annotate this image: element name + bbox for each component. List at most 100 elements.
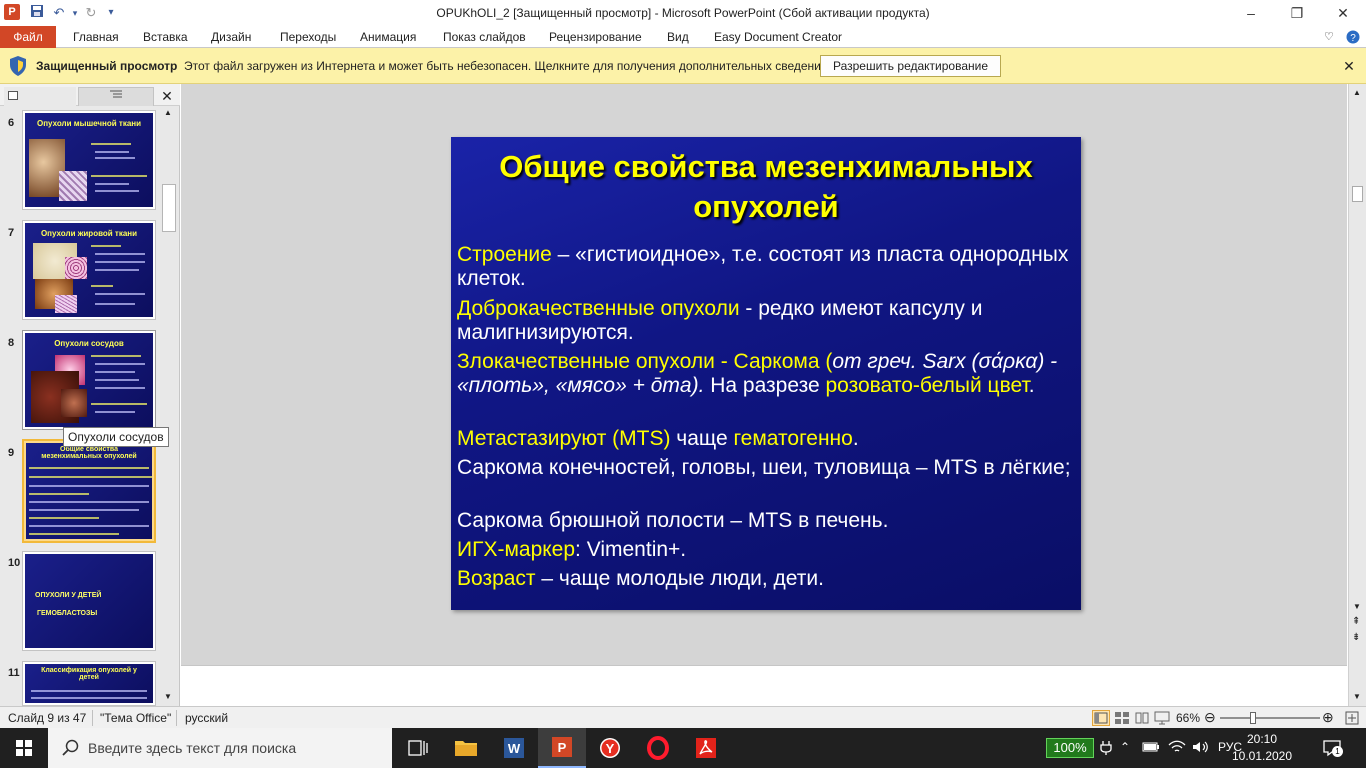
wifi-icon[interactable] <box>1168 740 1186 757</box>
tab-file[interactable]: Файл <box>0 26 56 48</box>
tab-insert[interactable]: Вставка <box>143 26 188 48</box>
powerpoint-taskbar-icon[interactable]: P <box>538 728 586 768</box>
show-hidden-icons-icon[interactable]: ⌃ <box>1120 740 1130 754</box>
tab-transitions[interactable]: Переходы <box>280 26 336 48</box>
thumbnail-title: Общие свойства мезенхимальных опухолей <box>41 446 137 460</box>
close-window-button[interactable]: ✕ <box>1320 0 1366 26</box>
file-explorer-icon[interactable] <box>442 728 490 768</box>
zoom-level[interactable]: 66% <box>1176 711 1200 725</box>
shield-icon <box>8 55 28 77</box>
expand-ribbon-icon[interactable]: ♡ <box>1324 26 1334 48</box>
minimize-button[interactable]: – <box>1228 0 1274 26</box>
thumbnail-title: Опухоли жировой ткани <box>40 229 138 238</box>
slide-bullet-metastasis: Метастазируют (MTS) чаще гематогенно. <box>457 427 859 450</box>
slide-thumbnail-6[interactable]: Опухоли мышечной ткани <box>22 110 156 210</box>
slide-number: 8 <box>8 337 15 349</box>
slide-scrollbar[interactable]: ▲ ▼ ⇞ ⇟ ▼ <box>1348 84 1366 706</box>
windows-start-icon[interactable] <box>0 728 48 768</box>
slide-thumbnail-8[interactable]: Опухоли сосудов <box>22 330 156 430</box>
power-plug-icon[interactable] <box>1100 740 1112 759</box>
enable-editing-button[interactable]: Разрешить редактирование <box>820 55 1001 77</box>
slide-thumbnail-7[interactable]: Опухоли жировой ткани <box>22 220 156 320</box>
protected-view-title: Защищенный просмотр <box>36 59 178 73</box>
windows-taskbar: Введите здесь текст для поиска W P Y 100… <box>0 728 1366 768</box>
slide-bullet-abdomen: Саркома брюшной полости – MTS в печень. <box>457 509 889 532</box>
scrollbar-thumb[interactable] <box>162 184 176 232</box>
next-slide-icon[interactable]: ⇟ <box>1352 633 1360 643</box>
slide-counter: Слайд 9 из 47 <box>8 711 87 725</box>
scrollbar-thumb[interactable] <box>1352 186 1363 202</box>
slides-panel-scrollbar[interactable]: ▲ ▼ <box>160 106 178 706</box>
slide-thumbnail-10[interactable]: ОПУХОЛИ У ДЕТЕЙ ГЕМОБЛАСТОЗЫ <box>22 551 156 651</box>
clock-date: 10.01.2020 <box>1231 749 1293 763</box>
slide-bullet-limbs: Саркома конечностей, головы, шеи, тулови… <box>457 456 1071 479</box>
svg-text:W: W <box>508 741 521 756</box>
svg-text:P: P <box>558 740 567 755</box>
zoom-slider[interactable] <box>1220 717 1320 719</box>
slides-panel: ✕ 6 Опухоли мышечной ткани 7 Опухоли жир… <box>0 84 180 706</box>
theme-name[interactable]: "Тема Office" <box>100 711 171 725</box>
reading-view-icon[interactable] <box>1134 711 1150 728</box>
taskbar-search-box[interactable]: Введите здесь текст для поиска <box>48 728 392 768</box>
zoom-out-icon[interactable]: ⊖ <box>1204 709 1216 726</box>
tab-review[interactable]: Рецензирование <box>549 26 642 48</box>
protected-view-bar: Защищенный просмотр Этот файл загружен и… <box>0 48 1366 84</box>
protected-view-message[interactable]: Этот файл загружен из Интернета и может … <box>184 59 831 73</box>
slide-title: Общие свойства мезенхимальных опухолей <box>499 149 1033 224</box>
tab-easy-document-creator[interactable]: Easy Document Creator <box>714 26 842 48</box>
battery-indicator[interactable]: 100% <box>1046 738 1094 758</box>
tab-outline[interactable] <box>78 87 154 106</box>
task-view-icon[interactable] <box>394 728 442 768</box>
volume-icon[interactable] <box>1192 740 1210 757</box>
tab-slides[interactable] <box>4 87 76 106</box>
status-bar: Слайд 9 из 47 "Тема Office" русский 66% … <box>0 706 1366 728</box>
slide-bullet-structure: Строение – «гистиоидное», т.е. состоят и… <box>457 243 1069 290</box>
scroll-down-icon[interactable]: ▼ <box>164 692 172 701</box>
zoom-in-icon[interactable]: ⊕ <box>1322 709 1334 726</box>
current-slide[interactable]: Общие свойства мезенхимальных опухолей С… <box>451 137 1081 610</box>
slide-bullet-malignant: Злокачественные опухоли - Саркома (от гр… <box>457 350 1058 397</box>
battery-icon[interactable] <box>1142 740 1160 757</box>
slideshow-view-icon[interactable] <box>1154 711 1170 728</box>
slide-number: 10 <box>8 557 21 569</box>
restore-button[interactable]: ❐ <box>1274 0 1320 26</box>
opera-browser-icon[interactable] <box>634 728 682 768</box>
tab-view[interactable]: Вид <box>667 26 689 48</box>
zoom-slider-handle[interactable] <box>1250 712 1256 724</box>
close-panel-icon[interactable]: ✕ <box>158 87 176 105</box>
word-icon[interactable]: W <box>490 728 538 768</box>
yandex-browser-icon[interactable]: Y <box>586 728 634 768</box>
slide-bullet-benign: Доброкачественные опухоли - редко имеют … <box>457 297 983 344</box>
notification-count: 1 <box>1332 746 1343 757</box>
svg-text:Y: Y <box>606 741 615 756</box>
scroll-up-icon[interactable]: ▲ <box>164 108 172 117</box>
slide-number: 6 <box>8 117 15 129</box>
notes-scroll-down-icon[interactable]: ▼ <box>1353 692 1361 701</box>
slides-panel-header: ✕ <box>0 84 180 106</box>
search-icon <box>62 739 80 757</box>
slide-thumbnail-9[interactable]: Общие свойства мезенхимальных опухолей <box>22 439 156 543</box>
scroll-down-icon[interactable]: ▼ <box>1353 602 1361 611</box>
tab-home[interactable]: Главная <box>73 26 119 48</box>
notification-center-icon[interactable]: 1 <box>1322 738 1343 758</box>
help-icon[interactable]: ? <box>1346 26 1360 48</box>
slide-number: 9 <box>8 447 15 459</box>
ribbon-tabs: Файл Главная Вставка Дизайн Переходы Ани… <box>0 26 1366 48</box>
normal-view-icon[interactable] <box>1092 710 1110 726</box>
scroll-up-icon[interactable]: ▲ <box>1353 88 1361 97</box>
slide-number: 7 <box>8 227 15 239</box>
tab-slideshow[interactable]: Показ слайдов <box>443 26 526 48</box>
previous-slide-icon[interactable]: ⇞ <box>1352 617 1360 627</box>
language-indicator[interactable]: русский <box>185 711 228 725</box>
close-icon[interactable]: ✕ <box>1340 57 1358 75</box>
notes-pane[interactable] <box>181 665 1347 706</box>
tab-animation[interactable]: Анимация <box>360 26 416 48</box>
acrobat-reader-icon[interactable] <box>682 728 730 768</box>
slide-thumbnail-11[interactable]: Классификация опухолей у детей <box>22 661 156 706</box>
thumbnail-tooltip: Опухоли сосудов <box>63 427 169 447</box>
system-clock[interactable]: 20:10 10.01.2020 <box>1230 731 1294 765</box>
svg-text:?: ? <box>1350 33 1356 44</box>
fit-to-window-icon[interactable] <box>1344 710 1360 729</box>
slide-sorter-view-icon[interactable] <box>1114 711 1130 728</box>
tab-design[interactable]: Дизайн <box>211 26 251 48</box>
